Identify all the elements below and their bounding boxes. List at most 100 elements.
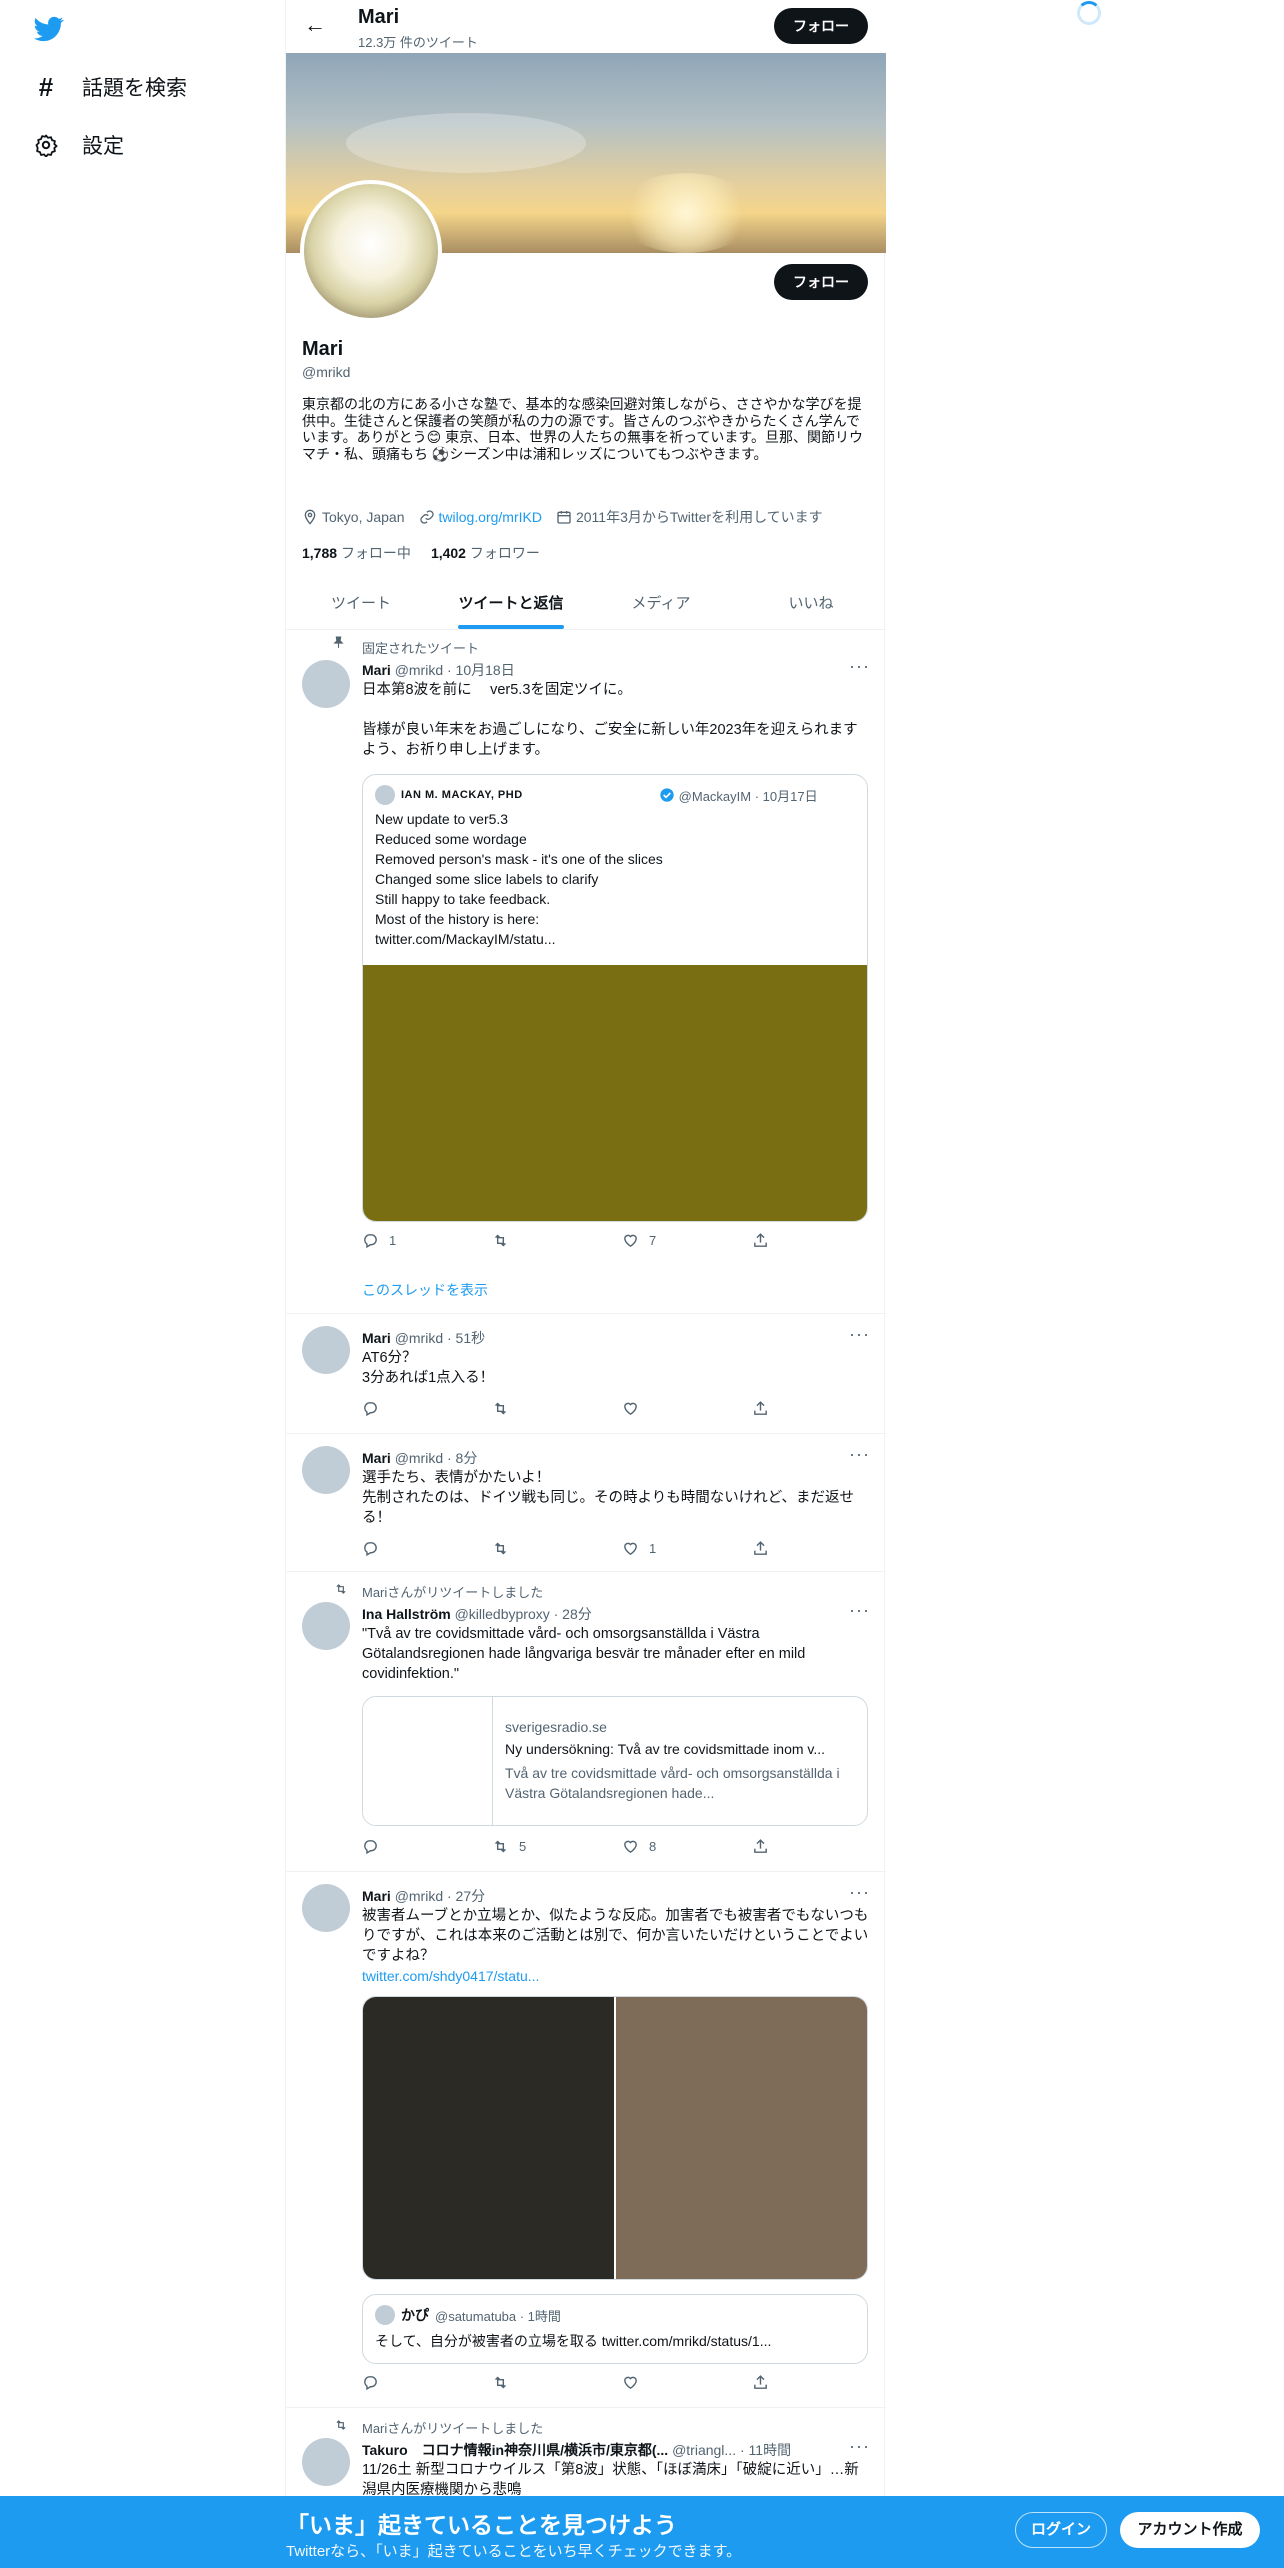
author-name[interactable]: Mari [362, 662, 391, 678]
share-button[interactable] [752, 1232, 792, 1249]
tweet-item[interactable]: Mari @mrikd · 8分 ··· 選手たち、表情がかたいよ！ 先制された… [286, 1434, 886, 1572]
profile-follow-button[interactable]: フォロー [774, 264, 868, 300]
nav-settings-label: 設定 [82, 135, 124, 158]
quote-avatar [375, 2305, 395, 2325]
author-meta[interactable]: @mrikd · 27分 [395, 1888, 485, 1904]
quote-author-meta: @satumatuba · 1時間 [435, 2308, 561, 2324]
tab-media[interactable]: メディア [586, 574, 736, 629]
nav-settings[interactable]: 設定 [34, 130, 124, 160]
following-label: フォロー中 [340, 545, 411, 561]
tweet-link[interactable]: twitter.com/shdy0417/statu... [362, 1968, 539, 1984]
reply-button[interactable] [362, 1400, 402, 1417]
banner-sun [616, 173, 756, 253]
profile-link[interactable]: twilog.org/mrIKD [419, 507, 542, 527]
avatar[interactable] [302, 1446, 350, 1494]
media-image-left[interactable] [363, 1997, 614, 2279]
avatar[interactable] [302, 1602, 350, 1650]
tab-tweets[interactable]: ツイート [286, 574, 436, 629]
like-button[interactable] [622, 1400, 662, 1417]
more-options-icon[interactable]: ··· [849, 1882, 870, 1903]
retweet-button[interactable] [492, 2374, 532, 2391]
tweet-header: Mari @mrikd · 27分 [362, 1886, 485, 1906]
share-button[interactable] [752, 1400, 792, 1417]
author-meta[interactable]: @mrikd · 10月18日 [395, 662, 515, 678]
tweet-pinned[interactable]: 固定されたツイート Mari @mrikd · 10月18日 ··· 日本第8波… [286, 630, 886, 1314]
more-options-icon[interactable]: ··· [849, 1444, 870, 1465]
retweeted-by-label[interactable]: Mariさんがリツイートしました [362, 2418, 543, 2437]
avatar[interactable] [302, 1884, 350, 1932]
header-follow-button[interactable]: フォロー [774, 8, 868, 44]
author-name[interactable]: Mari [362, 1450, 391, 1466]
link-card[interactable]: sverigesradio.se Ny undersökning: Två av… [362, 1696, 868, 1826]
author-name[interactable]: Mari [362, 1888, 391, 1904]
heart-icon [624, 1542, 637, 1556]
like-button[interactable]: 7 [622, 1232, 662, 1249]
followers-stat[interactable]: 1,402 フォロワー [431, 543, 540, 563]
tab-likes[interactable]: いいね [736, 574, 886, 629]
author-meta[interactable]: @mrikd · 51秒 [395, 1330, 485, 1346]
retweeted-by-label[interactable]: Mariさんがリツイートしました [362, 1582, 543, 1601]
profile-meta: Tokyo, Japan twilog.org/mrIKD 2011年3月からT… [302, 507, 823, 527]
like-button[interactable]: 8 [622, 1838, 662, 1855]
profile-tabs: ツイート ツイートと返信 メディア いいね [286, 574, 886, 630]
share-button[interactable] [752, 2374, 792, 2391]
twitter-logo-icon[interactable] [32, 14, 66, 44]
banner-cloud [346, 113, 586, 173]
share-button[interactable] [752, 1540, 792, 1557]
more-options-icon[interactable]: ··· [849, 656, 870, 677]
author-name[interactable]: Ina Hallström [362, 1606, 451, 1622]
media-image-right[interactable] [616, 1997, 867, 2279]
following-stat[interactable]: 1,788 フォロー中 [302, 543, 411, 563]
followers-label: フォロワー [469, 545, 540, 561]
signup-banner: 「いま」起きていることを見つけよう Twitterなら、「いま」起きていることを… [0, 2496, 1284, 2568]
reply-button[interactable] [362, 2374, 402, 2391]
create-account-button[interactable]: アカウント作成 [1120, 2512, 1260, 2548]
avatar[interactable] [302, 2438, 350, 2486]
like-button[interactable] [622, 2374, 662, 2391]
hashtag-icon: # [38, 71, 54, 102]
quoted-tweet[interactable]: かぴ @satumatuba · 1時間 そして、自分が被害者の立場を取る tw… [362, 2294, 868, 2364]
retweet-indicator-icon [334, 2418, 348, 2435]
author-meta[interactable]: @mrikd · 8分 [395, 1450, 478, 1466]
nav-explore[interactable]: # 話題を検索 [34, 72, 187, 102]
following-count: 1,788 [302, 545, 338, 561]
reply-icon [364, 1840, 377, 1855]
like-button[interactable]: 1 [622, 1540, 662, 1557]
reply-button[interactable] [362, 1838, 402, 1855]
share-icon [754, 2375, 767, 2389]
profile-avatar[interactable] [300, 180, 442, 322]
tweet-retweeted[interactable]: Mariさんがリツイートしました Ina Hallström @killedby… [286, 1572, 886, 1872]
tweet-text: AT6分？ 3分あれば1点入る！ [362, 1350, 495, 1386]
retweet-button[interactable] [492, 1540, 532, 1557]
quote-media-image[interactable] [363, 965, 867, 1221]
author-name[interactable]: Mari [362, 1330, 391, 1346]
back-arrow-icon[interactable]: ← [300, 12, 330, 42]
login-button[interactable]: ログイン [1015, 2512, 1107, 2548]
tweet-item[interactable]: Mari @mrikd · 27分 ··· 被害者ムーブとか立場とか、似たような… [286, 1872, 886, 2408]
share-icon [754, 1839, 767, 1853]
retweet-button[interactable]: 5 [492, 1838, 532, 1855]
reply-button[interactable] [362, 1540, 402, 1557]
retweet-count: 5 [519, 1839, 527, 1854]
retweet-button[interactable] [492, 1232, 532, 1249]
retweet-button[interactable] [492, 1400, 532, 1417]
avatar[interactable] [302, 1326, 350, 1374]
more-options-icon[interactable]: ··· [849, 1324, 870, 1345]
link-text[interactable]: twilog.org/mrIKD [439, 509, 542, 525]
quote-header: かぴ @satumatuba · 1時間 [375, 2305, 561, 2325]
author-name[interactable]: Takuro コロナ情報in神奈川県/横浜市/東京都(... [362, 2442, 668, 2458]
avatar[interactable] [302, 660, 350, 708]
author-meta[interactable]: @triangl... · 11時間 [672, 2442, 791, 2458]
reply-button[interactable]: 1 [362, 1232, 402, 1249]
more-options-icon[interactable]: ··· [849, 1600, 870, 1621]
show-thread-link[interactable]: このスレッドを表示 [362, 1280, 488, 1300]
share-button[interactable] [752, 1838, 792, 1855]
tweet-item[interactable]: Mari @mrikd · 51秒 ··· AT6分？ 3分あれば1点入る！ [286, 1314, 886, 1434]
more-options-icon[interactable]: ··· [849, 2436, 870, 2457]
heart-icon [624, 1402, 637, 1416]
tab-tweets-and-replies[interactable]: ツイートと返信 [436, 574, 586, 629]
author-meta[interactable]: @killedbyproxy · 28分 [455, 1606, 592, 1622]
quoted-tweet[interactable]: IAN M. MACKAY, PHD @MackayIM · 10月17日 Ne… [362, 774, 868, 1222]
quote-header: IAN M. MACKAY, PHD @MackayIM · 10月17日 [375, 785, 818, 805]
share-icon [754, 1541, 767, 1555]
